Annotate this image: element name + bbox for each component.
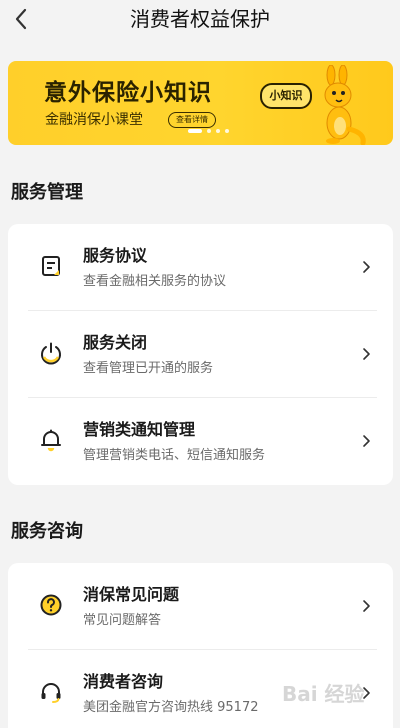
- power-icon: [41, 342, 61, 365]
- management-card: 服务协议 查看金融相关服务的协议 服务关闭 查看管理已开通的服务 营销类通知管理…: [8, 224, 393, 485]
- chevron-right-icon: [363, 435, 370, 447]
- list-item-title: 消保常见问题: [83, 585, 180, 604]
- list-item-service-agreement[interactable]: 服务协议 查看金融相关服务的协议: [8, 224, 393, 311]
- chevron-right-icon: [363, 348, 370, 360]
- headset-icon: [41, 683, 61, 703]
- carousel-indicator: [188, 129, 229, 133]
- list-item-title: 服务关闭: [83, 333, 148, 352]
- list-item-subtitle: 查看金融相关服务的协议: [83, 274, 227, 289]
- nav-bar: 消费者权益保护: [0, 0, 400, 40]
- watermark: Bai 经验: [282, 682, 365, 706]
- banner-title: 意外保险小知识: [44, 80, 212, 106]
- list-item-title: 服务协议: [83, 246, 148, 265]
- carousel-dot: [225, 129, 229, 133]
- carousel-dot-active: [188, 129, 202, 133]
- document-icon: [42, 256, 60, 276]
- question-icon: [40, 594, 62, 616]
- list-item-subtitle: 常见问题解答: [83, 613, 162, 628]
- list-item-service-close[interactable]: 服务关闭 查看管理已开通的服务: [8, 311, 393, 398]
- list-item-title: 营销类通知管理: [83, 420, 196, 439]
- list-item-subtitle: 管理营销类电话、短信通知服务: [83, 448, 266, 463]
- speech-bubble: 小知识: [260, 83, 312, 109]
- banner-detail-button[interactable]: 查看详情: [168, 112, 216, 128]
- list-item-title: 消费者咨询: [83, 672, 164, 691]
- carousel-dot: [207, 129, 211, 133]
- promo-banner[interactable]: 意外保险小知识 金融消保小课堂 查看详情 小知识: [8, 61, 393, 145]
- banner-subtitle: 金融消保小课堂: [45, 112, 143, 128]
- list-item-subtitle: 查看管理已开通的服务: [83, 361, 214, 376]
- list-item-marketing-notify[interactable]: 营销类通知管理 管理营销类电话、短信通知服务: [8, 398, 393, 485]
- carousel-dot: [216, 129, 220, 133]
- kangaroo-mascot-icon: [324, 65, 366, 145]
- list-item-subtitle: 美团金融官方咨询热线 95172: [83, 700, 259, 715]
- chevron-right-icon: [363, 600, 370, 612]
- section-title-consult: 服务咨询: [11, 521, 83, 542]
- chevron-right-icon: [363, 261, 370, 273]
- page-title: 消费者权益保护: [130, 7, 270, 31]
- bell-icon: [41, 429, 61, 452]
- section-title-management: 服务管理: [11, 182, 83, 203]
- list-item-faq[interactable]: 消保常见问题 常见问题解答: [8, 563, 393, 650]
